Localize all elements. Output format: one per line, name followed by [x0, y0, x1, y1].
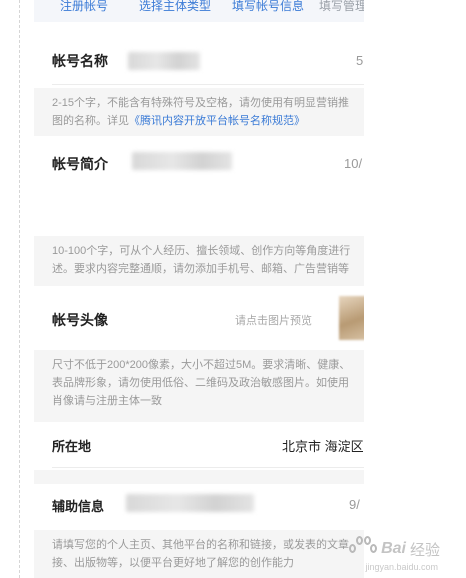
avatar-thumbnail[interactable] — [339, 296, 364, 340]
baidu-watermark: Bai 经验 — [349, 536, 440, 562]
account-intro-row: 帐号简介 10/ — [34, 136, 364, 236]
account-intro-counter: 10/ — [344, 156, 363, 171]
account-avatar-hint-line3: 肖像请与注册主体一致 — [52, 395, 162, 407]
account-intro-hint-line1: 10-100个字，可从个人经历、擅长领域、创作方向等角度进行 — [52, 245, 351, 257]
step-indicator: 注册帐号 选择主体类型 填写帐号信息 填写管理 — [34, 0, 364, 22]
account-intro-label: 帐号简介 — [52, 156, 108, 172]
step-choose-type[interactable]: 选择主体类型 — [139, 0, 211, 13]
location-row[interactable]: 所在地 北京市 海淀区 — [34, 422, 364, 470]
account-avatar-label: 帐号头像 — [52, 312, 108, 328]
account-name-underline — [52, 84, 364, 85]
page-guide-line — [19, 0, 20, 578]
watermark-brand-cn: 经验 — [409, 541, 440, 559]
location-spacer — [34, 470, 364, 484]
paw-logo-icon — [349, 536, 378, 562]
watermark-url: jingyan.baidu.com — [365, 562, 438, 572]
account-avatar-row: 帐号头像 请点击图片预览 — [34, 286, 364, 350]
account-name-input[interactable] — [128, 52, 200, 70]
avatar-preview-hint: 请点击图片预览 — [235, 315, 312, 327]
location-value[interactable]: 北京市 海淀区 — [282, 436, 364, 455]
location-label: 所在地 — [52, 439, 92, 454]
account-avatar-hint-line2: 表品牌形象，请勿使用低俗、二维码及政治敏感图片。如使用 — [52, 377, 349, 389]
aux-info-label: 辅助信息 — [52, 499, 105, 514]
account-name-counter: 5 — [356, 53, 364, 68]
account-intro-textarea[interactable] — [132, 152, 232, 170]
account-intro-hint: 10-100个字，可从个人经历、擅长领域、创作方向等角度进行 述。要求内容完整通… — [34, 236, 364, 286]
account-info-form: 注册帐号 选择主体类型 填写帐号信息 填写管理 帐号名称 5 2-15个字，不能… — [34, 0, 364, 578]
step-register[interactable]: 注册帐号 — [60, 0, 108, 13]
account-name-hint-prefix: 图的名称。详见 — [52, 115, 129, 127]
step-fill-manager[interactable]: 填写管理 — [319, 0, 364, 13]
watermark-brand: Bai — [381, 540, 406, 557]
name-rules-link[interactable]: 《腾讯内容开放平台帐号名称规范》 — [129, 115, 305, 127]
account-name-row: 帐号名称 5 — [34, 22, 364, 88]
location-divider — [52, 467, 364, 468]
account-name-hint-line1: 2-15个字，不能含有特殊符号及空格，请勿使用有明显营销推 — [52, 97, 350, 109]
account-intro-hint-line2: 述。要求内容完整通顺，请勿添加手机号、邮箱、广告营销等 — [52, 263, 349, 275]
aux-info-hint: 请填写您的个人主页、其他平台的名称和链接，或发表的文章 接、出版物等，以便平台更… — [34, 530, 364, 578]
account-name-hint: 2-15个字，不能含有特殊符号及空格，请勿使用有明显营销推 图的名称。详见《腾讯… — [34, 88, 364, 136]
account-avatar-hint-line1: 尺寸不低于200*200像素，大小不超过5M。要求清晰、健康、 — [52, 359, 351, 371]
account-name-label: 帐号名称 — [52, 53, 108, 69]
account-name-hint-line2: 图的名称。详见《腾讯内容开放平台帐号名称规范》 — [52, 112, 364, 130]
step-fill-info[interactable]: 填写帐号信息 — [232, 0, 304, 13]
account-avatar-hint: 尺寸不低于200*200像素，大小不超过5M。要求清晰、健康、 表品牌形象，请勿… — [34, 350, 364, 422]
aux-info-counter: 9/ — [349, 497, 360, 512]
aux-info-row: 辅助信息 9/ — [34, 484, 364, 530]
aux-info-hint-line1: 请填写您的个人主页、其他平台的名称和链接，或发表的文章 — [52, 539, 349, 551]
aux-info-hint-line2: 接、出版物等，以便平台更好地了解您的创作能力 — [52, 557, 294, 569]
aux-info-input[interactable] — [126, 494, 254, 512]
